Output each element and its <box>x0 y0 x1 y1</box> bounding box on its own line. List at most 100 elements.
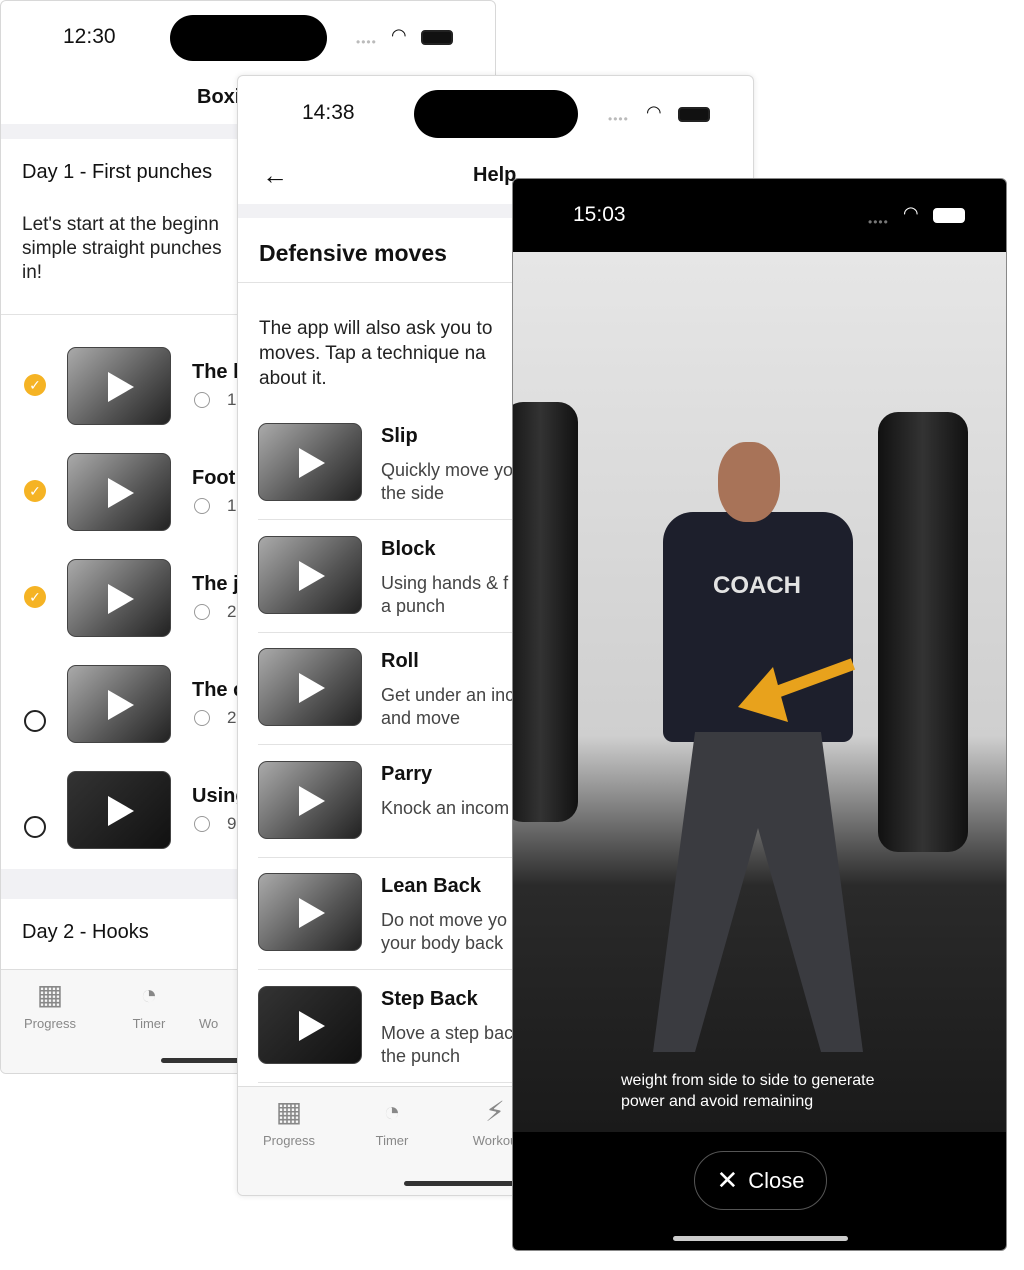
video-thumbnail[interactable] <box>258 423 362 501</box>
close-icon: ✕ <box>716 1165 739 1195</box>
status-time: 14:38 <box>302 101 355 124</box>
lesson-duration: 2 <box>227 602 237 621</box>
day1-description: Let's start at the beginn simple straigh… <box>22 214 222 283</box>
video-player[interactable]: COACH weight from side to side to genera… <box>513 252 1006 1132</box>
play-icon <box>299 1010 325 1041</box>
signal-icon: •••• <box>868 215 889 229</box>
video-thumbnail[interactable] <box>258 648 362 726</box>
close-label: Close <box>748 1167 805 1193</box>
move-title: Slip <box>381 425 418 447</box>
move-description: Using hands & f a punch <box>381 572 509 616</box>
play-icon <box>108 584 134 614</box>
play-icon <box>299 785 325 816</box>
timer-icon: ◔ <box>383 1096 401 1127</box>
tab-timer[interactable]: ◔ Timer <box>347 1096 437 1149</box>
lesson-title: The l <box>192 361 239 383</box>
move-title: Parry <box>381 762 433 785</box>
video-thumbnail[interactable] <box>258 760 362 839</box>
phone-screen-video: 15:03 •••• ◠ COACH weight from side to s… <box>512 178 1007 1251</box>
clock-icon <box>194 498 210 514</box>
empty-circle-icon[interactable] <box>24 816 46 838</box>
boxer-head <box>718 442 780 522</box>
video-thumbnail[interactable] <box>67 665 171 743</box>
wifi-icon: ◠ <box>391 25 407 45</box>
play-icon <box>108 478 134 508</box>
boxer-legs <box>653 732 863 1052</box>
tab-label: Timer <box>375 1133 409 1148</box>
tab-timer[interactable]: ◔ Timer <box>104 979 194 1032</box>
play-icon <box>108 796 134 826</box>
tab-label: Timer <box>132 1016 166 1031</box>
timer-icon: ◔ <box>140 979 158 1010</box>
move-title: Block <box>381 537 436 560</box>
move-description: Do not move yo your body back <box>381 910 508 953</box>
status-time: 15:03 <box>573 203 626 226</box>
tab-label: Progress <box>262 1133 316 1148</box>
video-thumbnail[interactable] <box>67 453 171 531</box>
back-arrow-icon[interactable]: ← <box>262 160 288 191</box>
clock-icon <box>194 604 210 620</box>
move-title: Roll <box>381 650 419 672</box>
tab-progress[interactable]: ▦ Progress <box>244 1096 334 1149</box>
checkmark-icon[interactable]: ✓ <box>24 374 46 396</box>
section-title: Defensive moves <box>259 240 447 266</box>
video-thumbnail[interactable] <box>258 873 362 951</box>
signal-icon: •••• <box>356 35 377 49</box>
video-thumbnail[interactable] <box>67 559 171 637</box>
tab-label: Wo <box>199 1016 219 1031</box>
video-thumbnail[interactable] <box>258 985 362 1064</box>
lesson-duration: 9 <box>227 814 237 833</box>
battery-icon <box>933 208 965 223</box>
move-title: Step Back <box>381 987 478 1010</box>
dynamic-island <box>414 90 578 138</box>
nav-title: Help <box>473 164 517 186</box>
arrow-icon <box>738 658 856 722</box>
intro-text: The app will also ask you to moves. Tap … <box>259 318 493 389</box>
battery-icon <box>421 30 453 45</box>
shirt-logo: COACH <box>713 572 801 599</box>
tab-label: Progress <box>23 1016 77 1031</box>
lesson-duration: 2 <box>227 708 237 727</box>
tab-progress[interactable]: ▦ Progress <box>5 979 95 1032</box>
video-thumbnail[interactable] <box>67 771 171 849</box>
wifi-icon: ◠ <box>646 102 662 122</box>
empty-circle-icon[interactable] <box>24 710 46 732</box>
play-icon <box>299 560 325 591</box>
move-description: Knock an incom <box>381 797 510 818</box>
nav-title: Boxi <box>197 86 241 108</box>
dynamic-island <box>170 15 327 61</box>
day2-title[interactable]: Day 2 - Hooks <box>22 921 149 944</box>
day1-title[interactable]: Day 1 - First punches <box>22 161 212 184</box>
calendar-icon: ▦ <box>36 979 64 1010</box>
calendar-icon: ▦ <box>275 1096 303 1127</box>
lesson-duration: 1 <box>227 390 237 409</box>
checkmark-icon[interactable]: ✓ <box>24 586 46 608</box>
video-thumbnail[interactable] <box>258 535 362 614</box>
punching-bag-left <box>513 402 578 822</box>
play-icon <box>299 898 325 928</box>
video-subtitle: weight from side to side to generate pow… <box>621 1072 875 1110</box>
move-description: Move a step bac the punch <box>381 1022 514 1066</box>
move-title: Lean Back <box>381 875 482 897</box>
move-description: Quickly move yo the side <box>381 460 514 503</box>
clock-icon <box>194 816 210 832</box>
lesson-title: The j <box>192 573 239 595</box>
checkmark-icon[interactable]: ✓ <box>24 480 46 502</box>
battery-icon <box>678 107 710 122</box>
signal-icon: •••• <box>608 112 629 126</box>
move-description: Get under an inc and move <box>381 685 515 728</box>
status-time: 12:30 <box>63 25 116 48</box>
play-icon <box>108 372 134 402</box>
punching-bag-right <box>878 412 968 852</box>
play-icon <box>299 448 325 478</box>
play-icon <box>299 673 325 703</box>
clock-icon <box>194 710 210 726</box>
play-icon <box>108 690 134 720</box>
clock-icon <box>194 392 210 408</box>
lesson-title: Foot <box>192 467 236 489</box>
video-thumbnail[interactable] <box>67 347 171 425</box>
wifi-icon: ◠ <box>903 203 919 223</box>
close-button[interactable]: ✕ Close <box>694 1151 827 1210</box>
home-indicator <box>673 1236 848 1241</box>
tab-label: Workou <box>472 1133 518 1148</box>
